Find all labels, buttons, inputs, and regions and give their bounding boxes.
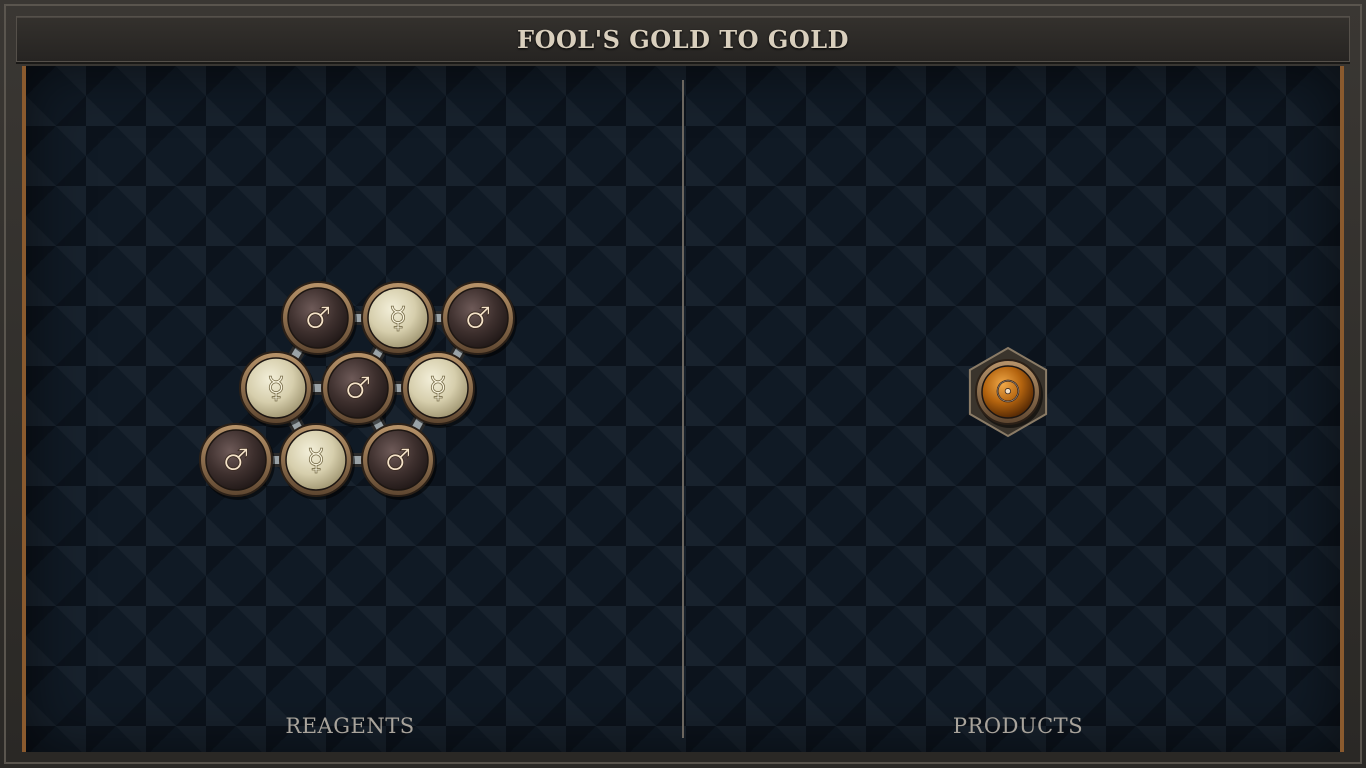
quicksilver-symbol-icon: ☿ [389,301,407,336]
atom-group: ♂ ☿ ♂ ☿ ♂ ☿ ♂ ☿ ♂ ☉ [199,281,1048,500]
gold-symbol-icon: ☉ [995,375,1022,410]
products-label: PRODUCTS [952,714,1084,738]
iron-atom[interactable]: ♂ [441,281,517,358]
quicksilver-symbol-icon: ☿ [267,371,285,406]
quicksilver-atom[interactable]: ☿ [239,351,315,428]
iron-symbol-icon: ♂ [345,371,372,406]
iron-symbol-icon: ♂ [385,443,412,478]
quicksilver-atom[interactable]: ☿ [361,281,437,358]
quicksilver-symbol-icon: ☿ [429,371,447,406]
quicksilver-symbol-icon: ☿ [307,443,325,478]
iron-atom[interactable]: ♂ [199,423,275,500]
iron-symbol-icon: ♂ [305,301,332,336]
quicksilver-atom[interactable]: ☿ [279,423,355,500]
iron-symbol-icon: ♂ [223,443,250,478]
iron-atom[interactable]: ♂ [321,351,397,428]
iron-symbol-icon: ♂ [465,301,492,336]
iron-atom[interactable]: ♂ [361,423,437,500]
molecule-layer: ♂ ☿ ♂ ☿ ♂ ☿ ♂ ☿ ♂ ☉ [199,281,1048,500]
reagents-label: REAGENTS [285,714,415,738]
quicksilver-atom[interactable]: ☿ [401,351,477,428]
